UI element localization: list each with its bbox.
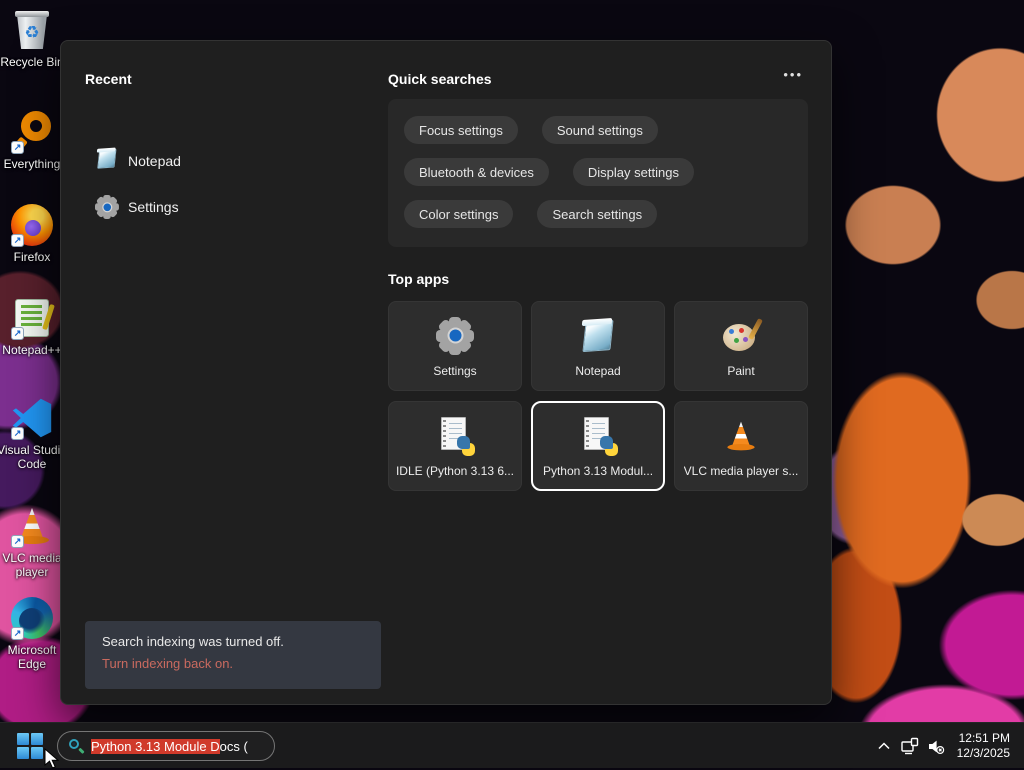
top-apps-grid: Settings Notepad Paint IDLE (Python 3.13… [388, 301, 810, 491]
recent-section-title: Recent [85, 71, 132, 87]
top-apps-title: Top apps [388, 271, 449, 287]
vlc-cone-icon [723, 415, 759, 457]
desktop-icon-visual-studio-code[interactable]: ↗ Visual Studio Code [0, 396, 64, 471]
indexing-notice: Search indexing was turned off. Turn ind… [85, 621, 381, 689]
desktop-icon-label: Recycle Bin [0, 55, 68, 69]
clock-time: 12:51 PM [957, 731, 1010, 746]
desktop-icon-vlc[interactable]: ↗ VLC media player [0, 504, 64, 579]
top-app-tile-idle-python[interactable]: IDLE (Python 3.13 6... [388, 401, 522, 491]
recent-item-notepad[interactable]: Notepad [95, 145, 181, 177]
more-options-icon[interactable]: ••• [783, 67, 803, 82]
everything-magnifier-icon: ↗ [10, 110, 54, 154]
shortcut-arrow-icon: ↗ [11, 427, 24, 440]
shortcut-arrow-icon: ↗ [11, 141, 24, 154]
shortcut-arrow-icon: ↗ [11, 234, 24, 247]
mouse-cursor [44, 748, 60, 770]
clock-date: 12/3/2025 [957, 746, 1010, 761]
top-app-label: Notepad [575, 364, 620, 378]
search-input[interactable]: Python 3.13 Module Docs ( [91, 739, 248, 754]
desktop-icon-label: Firefox [0, 250, 68, 264]
desktop-icon-notepad-plus-plus[interactable]: ↗ Notepad++ [0, 296, 64, 357]
top-app-tile-python-module-docs[interactable]: Python 3.13 Modul... [531, 401, 665, 491]
recent-item-label: Settings [128, 199, 179, 215]
quick-search-pill-color-settings[interactable]: Color settings [404, 200, 513, 228]
desktop-icon-everything[interactable]: ↗ Everything [0, 110, 64, 171]
desktop-icon-microsoft-edge[interactable]: ↗ Microsoft Edge [0, 596, 64, 671]
quick-search-pill-bluetooth-devices[interactable]: Bluetooth & devices [404, 158, 549, 186]
top-app-label: VLC media player s... [684, 464, 799, 478]
top-app-tile-notepad[interactable]: Notepad [531, 301, 665, 391]
top-app-tile-settings[interactable]: Settings [388, 301, 522, 391]
quick-search-pill-sound-settings[interactable]: Sound settings [542, 116, 658, 144]
python-doc-icon [436, 415, 474, 457]
python-doc-icon [579, 415, 617, 457]
desktop-icon-label: VLC media player [0, 551, 68, 579]
shortcut-arrow-icon: ↗ [11, 627, 24, 640]
shortcut-arrow-icon: ↗ [11, 327, 24, 340]
notepad-icon [95, 149, 119, 173]
quick-search-pill-focus-settings[interactable]: Focus settings [404, 116, 518, 144]
top-app-label: Python 3.13 Modul... [543, 464, 653, 478]
indexing-notice-message: Search indexing was turned off. [102, 634, 364, 649]
quick-searches-box: Focus settings Sound settings Bluetooth … [388, 99, 808, 247]
paint-icon [722, 315, 760, 357]
top-app-label: Settings [433, 364, 476, 378]
windows-logo-icon [17, 733, 43, 759]
desktop-icon-label: Notepad++ [0, 343, 68, 357]
vlc-cone-icon: ↗ [10, 504, 54, 548]
settings-gear-icon [436, 315, 474, 357]
start-button[interactable] [16, 732, 44, 760]
quick-search-pill-search-settings[interactable]: Search settings [537, 200, 657, 228]
notepad-icon [580, 315, 616, 357]
turn-indexing-on-link[interactable]: Turn indexing back on. [102, 656, 364, 671]
desktop-icon-firefox[interactable]: ↗ Firefox [0, 203, 64, 264]
top-app-label: Paint [727, 364, 754, 378]
taskbar-clock[interactable]: 12:51 PM 12/3/2025 [957, 731, 1010, 761]
search-flyout-panel: Recent Notepad Settings Quick searches •… [60, 40, 832, 705]
recycle-bin-icon: ♻ [10, 8, 54, 52]
chevron-up-icon[interactable] [871, 723, 897, 769]
top-app-tile-paint[interactable]: Paint [674, 301, 808, 391]
desktop-icon-label: Everything [0, 157, 68, 171]
top-app-label: IDLE (Python 3.13 6... [396, 464, 514, 478]
shortcut-arrow-icon: ↗ [11, 535, 24, 548]
volume-muted-icon[interactable] [923, 723, 949, 769]
desktop-icon-label: Microsoft Edge [0, 643, 68, 671]
visual-studio-code-icon: ↗ [10, 396, 54, 440]
taskbar: Python 3.13 Module Docs ( 12:51 PM 12/3/… [0, 722, 1024, 768]
edge-icon: ↗ [10, 596, 54, 640]
recent-item-settings[interactable]: Settings [95, 191, 179, 223]
recent-item-label: Notepad [128, 153, 181, 169]
notepad-plus-plus-icon: ↗ [10, 296, 54, 340]
search-icon [68, 739, 83, 754]
quick-search-pill-display-settings[interactable]: Display settings [573, 158, 694, 186]
network-icon[interactable] [897, 723, 923, 769]
taskbar-search-box[interactable]: Python 3.13 Module Docs ( [57, 731, 275, 761]
top-app-tile-vlc[interactable]: VLC media player s... [674, 401, 808, 491]
desktop-icon-recycle-bin[interactable]: ♻ Recycle Bin [0, 8, 64, 69]
quick-searches-title: Quick searches [388, 71, 492, 87]
desktop-icon-label: Visual Studio Code [0, 443, 68, 471]
settings-gear-icon [95, 195, 119, 219]
firefox-icon: ↗ [10, 203, 54, 247]
system-tray: 12:51 PM 12/3/2025 [871, 723, 1024, 769]
